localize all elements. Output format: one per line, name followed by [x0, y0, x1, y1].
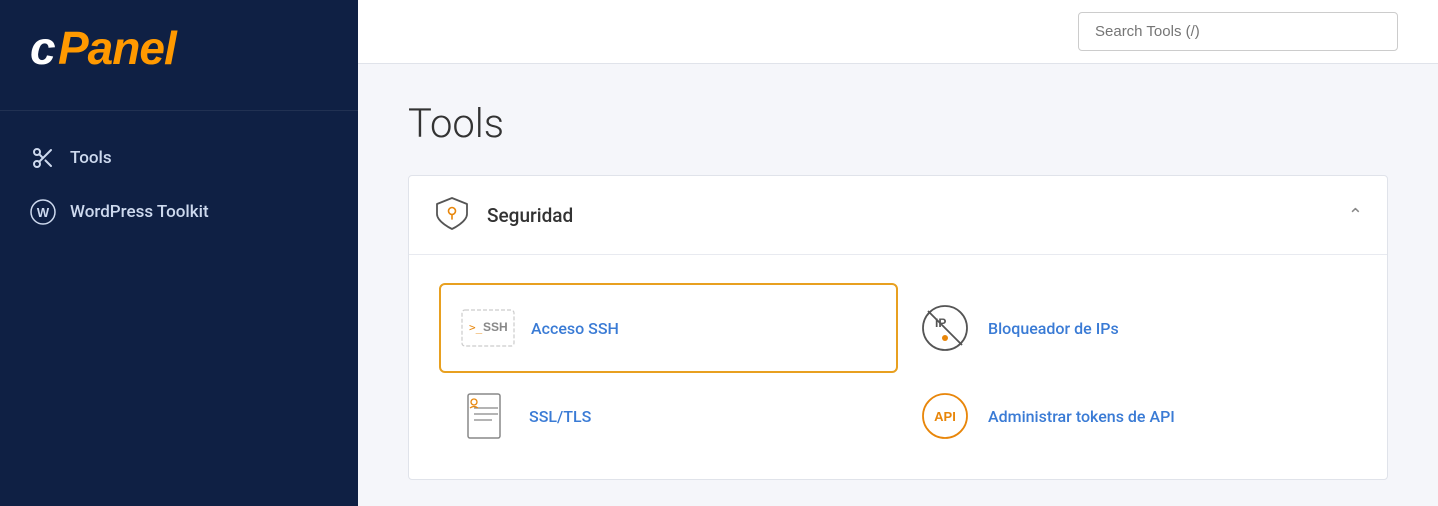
seguridad-title: Seguridad: [487, 204, 573, 227]
sidebar-item-wordpress-label: WordPress Toolkit: [70, 202, 209, 222]
seguridad-section-header[interactable]: Seguridad ⌃: [409, 176, 1387, 255]
bloqueador-ips-label: Bloqueador de IPs: [988, 319, 1119, 338]
tool-grid: >_ SSH Acceso SSH: [439, 283, 1357, 459]
tools-icon: [30, 145, 56, 171]
acceso-ssh-label: Acceso SSH: [531, 319, 619, 338]
seguridad-section: Seguridad ⌃ >_ SSH A: [408, 175, 1388, 480]
ssl-tls-label: SSL/TLS: [529, 407, 591, 426]
sidebar-item-wordpress-toolkit[interactable]: W WordPress Toolkit: [0, 185, 358, 239]
cpanel-logo: c Panel: [30, 22, 328, 82]
svg-text:SSH: SSH: [483, 320, 508, 334]
ssl-tls-icon: [459, 389, 513, 443]
ip-blocker-icon: IP: [918, 301, 972, 355]
wordpress-icon: W: [30, 199, 56, 225]
svg-text:Panel: Panel: [58, 22, 178, 72]
svg-text:API: API: [934, 409, 956, 424]
svg-text:IP: IP: [935, 316, 946, 330]
main-content: Tools Seguridad ⌃: [358, 0, 1438, 506]
main-header: [358, 0, 1438, 64]
svg-text:c: c: [30, 22, 55, 72]
logo-area: c Panel: [0, 0, 358, 111]
search-input[interactable]: [1078, 12, 1398, 51]
page-title: Tools: [408, 100, 1388, 147]
sidebar-item-tools[interactable]: Tools: [0, 131, 358, 185]
seguridad-header-left: Seguridad: [433, 194, 573, 236]
shield-pin-icon: [433, 194, 471, 236]
ssh-icon: >_ SSH: [461, 301, 515, 355]
tool-bloqueador-ips[interactable]: IP Bloqueador de IPs: [898, 283, 1357, 373]
sidebar-item-tools-label: Tools: [70, 148, 112, 168]
main-body: Tools Seguridad ⌃: [358, 64, 1438, 506]
chevron-up-icon[interactable]: ⌃: [1348, 205, 1363, 226]
tool-api-tokens[interactable]: API Administrar tokens de API: [898, 373, 1357, 459]
sidebar-nav: Tools W WordPress Toolkit: [0, 111, 358, 259]
sidebar: c Panel Tools: [0, 0, 358, 506]
api-tokens-icon: API: [918, 389, 972, 443]
tool-ssl-tls[interactable]: SSL/TLS: [439, 373, 898, 459]
seguridad-section-body: >_ SSH Acceso SSH: [409, 255, 1387, 479]
svg-text:>_: >_: [469, 321, 483, 334]
api-tokens-label: Administrar tokens de API: [988, 407, 1175, 426]
svg-text:W: W: [37, 205, 50, 220]
tool-acceso-ssh[interactable]: >_ SSH Acceso SSH: [439, 283, 898, 373]
